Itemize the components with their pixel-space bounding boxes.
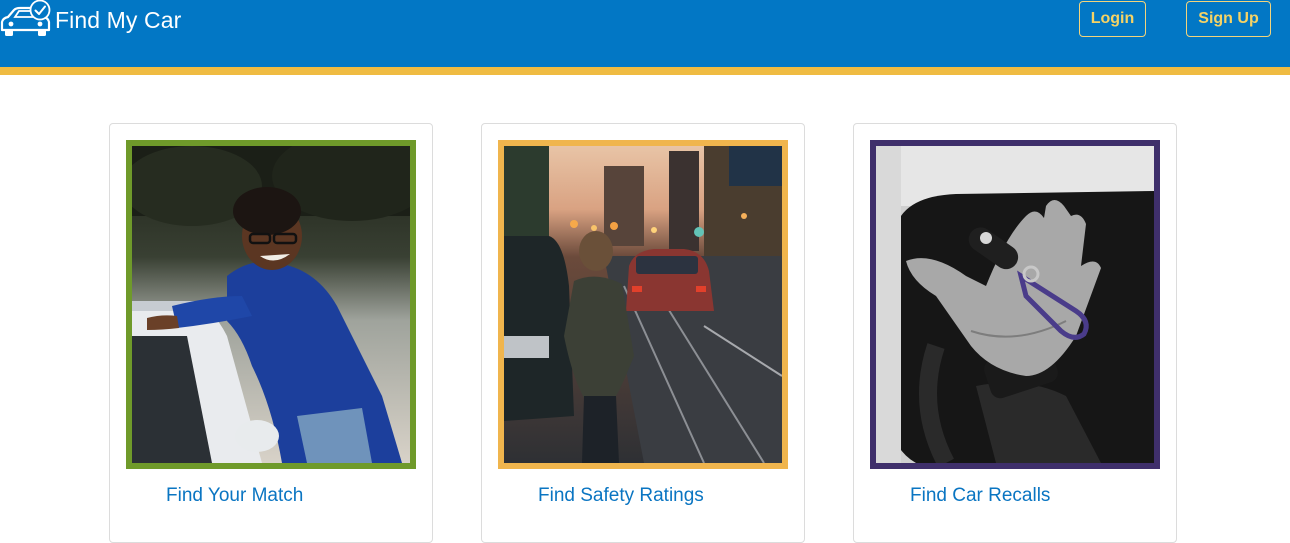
card-image-frame — [126, 140, 416, 469]
top-navbar: Find My Car Login Sign Up — [0, 0, 1290, 67]
login-button[interactable]: Login — [1079, 1, 1146, 37]
card-title-find-safety-ratings[interactable]: Find Safety Ratings — [538, 485, 704, 507]
man-on-city-street-photo — [504, 146, 782, 463]
brand-name: Find My Car — [55, 6, 182, 33]
card-find-car-recalls[interactable]: Find Car Recalls — [853, 123, 1177, 543]
woman-leaning-on-car-photo — [132, 146, 410, 463]
navbar-accent-stripe — [0, 67, 1290, 75]
card-title-find-your-match[interactable]: Find Your Match — [166, 485, 303, 507]
card-find-safety-ratings[interactable]: Find Safety Ratings — [481, 123, 805, 543]
card-image-frame — [498, 140, 788, 469]
card-find-your-match[interactable]: Find Your Match — [109, 123, 433, 543]
car-check-icon — [0, 0, 51, 36]
card-image-frame — [870, 140, 1160, 469]
signup-button[interactable]: Sign Up — [1186, 1, 1271, 37]
card-title-find-car-recalls[interactable]: Find Car Recalls — [910, 485, 1050, 507]
hand-holding-car-key-photo — [876, 146, 1154, 463]
brand-logo[interactable]: Find My Car — [0, 0, 181, 40]
